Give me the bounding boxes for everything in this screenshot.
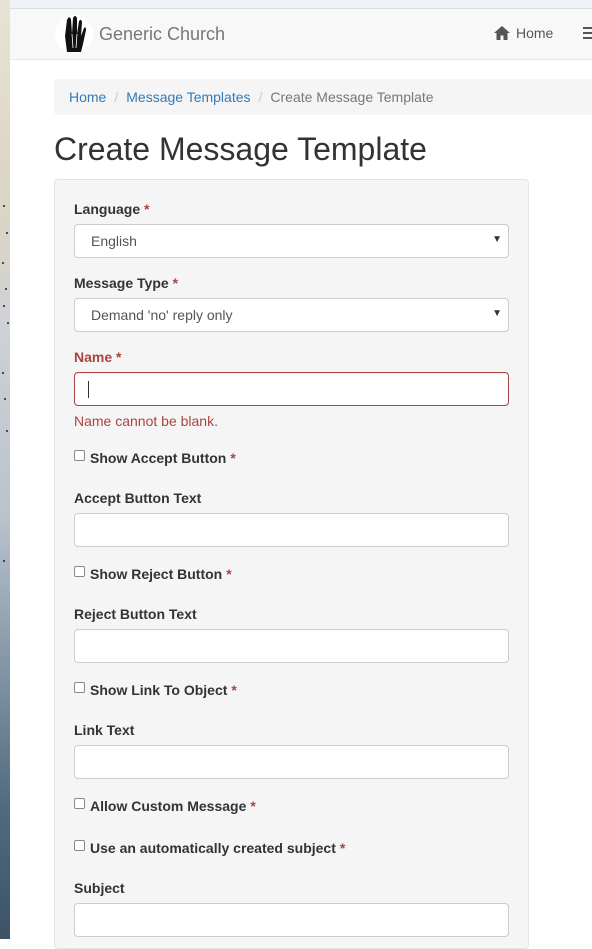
language-label: Language * xyxy=(74,201,150,217)
breadcrumb-current: Create Message Template xyxy=(270,89,434,105)
link-text-label: Link Text xyxy=(74,722,135,738)
text-cursor xyxy=(88,381,89,398)
accept-text-input[interactable] xyxy=(74,513,509,547)
menu-list-icon[interactable] xyxy=(583,27,592,41)
name-input[interactable] xyxy=(74,372,509,406)
breadcrumb-separator: / xyxy=(258,89,263,105)
page-title: Create Message Template xyxy=(54,131,427,167)
language-select[interactable]: English ▼ xyxy=(74,224,509,258)
show-accept-checkbox[interactable] xyxy=(74,449,85,461)
breadcrumb-home-link[interactable]: Home xyxy=(69,89,106,105)
allow-custom-checkbox-row[interactable]: Allow Custom Message * xyxy=(74,797,256,814)
nav-home-label: Home xyxy=(516,25,554,41)
breadcrumb-templates-link[interactable]: Message Templates xyxy=(126,89,250,105)
message-type-select[interactable]: Demand 'no' reply only ▼ xyxy=(74,298,509,332)
auto-subject-checkbox[interactable] xyxy=(74,839,85,851)
show-link-checkbox-row[interactable]: Show Link To Object * xyxy=(74,681,237,698)
message-type-value: Demand 'no' reply only xyxy=(91,307,233,323)
navbar: Generic Church Home xyxy=(10,9,592,60)
reject-text-input[interactable] xyxy=(74,629,509,663)
subject-label: Subject xyxy=(74,880,125,896)
auto-subject-checkbox-row[interactable]: Use an automatically created subject * xyxy=(74,839,345,856)
nav-home-link[interactable]: Home xyxy=(494,25,553,41)
top-border xyxy=(10,0,592,9)
show-link-checkbox[interactable] xyxy=(74,681,85,693)
background-strip xyxy=(0,0,10,939)
breadcrumb: Home / Message Templates / Create Messag… xyxy=(54,79,592,115)
subject-input[interactable] xyxy=(74,903,509,937)
form-panel xyxy=(54,179,529,949)
reject-text-label: Reject Button Text xyxy=(74,606,197,622)
message-type-label: Message Type * xyxy=(74,275,179,291)
language-value: English xyxy=(91,233,137,249)
show-reject-checkbox-row[interactable]: Show Reject Button * xyxy=(74,565,232,582)
allow-custom-checkbox[interactable] xyxy=(74,797,85,809)
link-text-input[interactable] xyxy=(74,745,509,779)
show-reject-checkbox[interactable] xyxy=(74,565,85,577)
show-accept-checkbox-row[interactable]: Show Accept Button * xyxy=(74,449,236,466)
dropdown-caret-icon: ▼ xyxy=(492,234,502,245)
name-label: Name * xyxy=(74,349,122,365)
breadcrumb-separator: / xyxy=(114,89,119,105)
brand-name[interactable]: Generic Church xyxy=(99,24,225,45)
accept-text-label: Accept Button Text xyxy=(74,490,202,506)
page: Generic Church Home Home / Message Templ… xyxy=(10,0,592,949)
praying-hands-logo-icon[interactable] xyxy=(54,12,94,56)
dropdown-caret-icon: ▼ xyxy=(492,308,502,319)
home-icon xyxy=(494,26,510,40)
name-error-message: Name cannot be blank. xyxy=(74,413,218,429)
